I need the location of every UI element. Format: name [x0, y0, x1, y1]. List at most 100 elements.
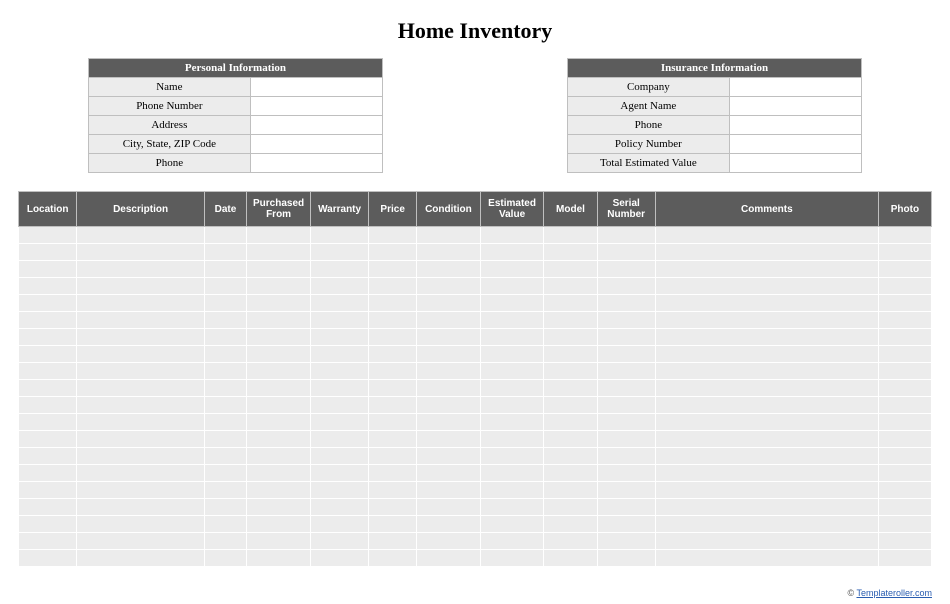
inventory-cell[interactable]	[310, 465, 368, 482]
inventory-cell[interactable]	[417, 312, 481, 329]
inventory-cell[interactable]	[369, 465, 417, 482]
inventory-cell[interactable]	[878, 346, 931, 363]
inventory-cell[interactable]	[417, 533, 481, 550]
inventory-cell[interactable]	[417, 482, 481, 499]
inventory-cell[interactable]	[310, 533, 368, 550]
inventory-cell[interactable]	[77, 329, 204, 346]
inventory-cell[interactable]	[597, 363, 655, 380]
inventory-cell[interactable]	[480, 363, 544, 380]
inventory-cell[interactable]	[369, 227, 417, 244]
inventory-cell[interactable]	[369, 244, 417, 261]
inventory-cell[interactable]	[417, 431, 481, 448]
inventory-cell[interactable]	[480, 380, 544, 397]
inventory-cell[interactable]	[204, 431, 246, 448]
inventory-cell[interactable]	[369, 431, 417, 448]
personal-value[interactable]	[250, 135, 382, 154]
inventory-cell[interactable]	[310, 516, 368, 533]
inventory-cell[interactable]	[19, 329, 77, 346]
inventory-cell[interactable]	[19, 431, 77, 448]
inventory-cell[interactable]	[369, 363, 417, 380]
inventory-cell[interactable]	[77, 380, 204, 397]
insurance-value[interactable]	[729, 78, 861, 97]
inventory-cell[interactable]	[310, 499, 368, 516]
inventory-cell[interactable]	[310, 278, 368, 295]
inventory-cell[interactable]	[480, 465, 544, 482]
inventory-cell[interactable]	[655, 533, 878, 550]
inventory-cell[interactable]	[19, 465, 77, 482]
inventory-cell[interactable]	[247, 278, 311, 295]
inventory-cell[interactable]	[204, 550, 246, 567]
inventory-cell[interactable]	[480, 431, 544, 448]
inventory-cell[interactable]	[655, 312, 878, 329]
inventory-cell[interactable]	[77, 346, 204, 363]
inventory-cell[interactable]	[369, 414, 417, 431]
inventory-cell[interactable]	[204, 227, 246, 244]
inventory-cell[interactable]	[878, 329, 931, 346]
inventory-cell[interactable]	[878, 516, 931, 533]
inventory-cell[interactable]	[204, 346, 246, 363]
inventory-cell[interactable]	[655, 380, 878, 397]
inventory-cell[interactable]	[369, 550, 417, 567]
inventory-cell[interactable]	[77, 227, 204, 244]
personal-value[interactable]	[250, 116, 382, 135]
inventory-cell[interactable]	[480, 414, 544, 431]
inventory-cell[interactable]	[310, 363, 368, 380]
inventory-cell[interactable]	[597, 329, 655, 346]
inventory-cell[interactable]	[247, 261, 311, 278]
inventory-cell[interactable]	[310, 346, 368, 363]
inventory-cell[interactable]	[310, 448, 368, 465]
inventory-cell[interactable]	[77, 533, 204, 550]
inventory-cell[interactable]	[597, 465, 655, 482]
inventory-cell[interactable]	[19, 397, 77, 414]
inventory-cell[interactable]	[544, 261, 597, 278]
inventory-cell[interactable]	[204, 397, 246, 414]
inventory-cell[interactable]	[369, 533, 417, 550]
inventory-cell[interactable]	[310, 312, 368, 329]
inventory-cell[interactable]	[544, 363, 597, 380]
personal-value[interactable]	[250, 154, 382, 173]
inventory-cell[interactable]	[247, 516, 311, 533]
inventory-cell[interactable]	[544, 380, 597, 397]
inventory-cell[interactable]	[655, 363, 878, 380]
inventory-cell[interactable]	[597, 516, 655, 533]
inventory-cell[interactable]	[369, 448, 417, 465]
inventory-cell[interactable]	[480, 516, 544, 533]
inventory-cell[interactable]	[417, 261, 481, 278]
inventory-cell[interactable]	[878, 227, 931, 244]
inventory-cell[interactable]	[878, 278, 931, 295]
inventory-cell[interactable]	[204, 244, 246, 261]
inventory-cell[interactable]	[597, 346, 655, 363]
inventory-cell[interactable]	[544, 278, 597, 295]
inventory-cell[interactable]	[544, 329, 597, 346]
inventory-cell[interactable]	[878, 380, 931, 397]
inventory-cell[interactable]	[310, 431, 368, 448]
inventory-cell[interactable]	[480, 346, 544, 363]
inventory-cell[interactable]	[655, 295, 878, 312]
inventory-cell[interactable]	[480, 261, 544, 278]
inventory-cell[interactable]	[77, 482, 204, 499]
inventory-cell[interactable]	[19, 312, 77, 329]
inventory-cell[interactable]	[597, 499, 655, 516]
inventory-cell[interactable]	[247, 363, 311, 380]
inventory-cell[interactable]	[310, 550, 368, 567]
inventory-cell[interactable]	[544, 244, 597, 261]
personal-value[interactable]	[250, 78, 382, 97]
inventory-cell[interactable]	[19, 261, 77, 278]
inventory-cell[interactable]	[204, 414, 246, 431]
inventory-cell[interactable]	[369, 329, 417, 346]
inventory-cell[interactable]	[369, 516, 417, 533]
inventory-cell[interactable]	[597, 278, 655, 295]
inventory-cell[interactable]	[77, 465, 204, 482]
inventory-cell[interactable]	[655, 397, 878, 414]
inventory-cell[interactable]	[655, 278, 878, 295]
insurance-value[interactable]	[729, 154, 861, 173]
inventory-cell[interactable]	[597, 261, 655, 278]
inventory-cell[interactable]	[878, 397, 931, 414]
inventory-cell[interactable]	[878, 550, 931, 567]
inventory-cell[interactable]	[544, 550, 597, 567]
inventory-cell[interactable]	[597, 380, 655, 397]
inventory-cell[interactable]	[77, 516, 204, 533]
personal-value[interactable]	[250, 97, 382, 116]
inventory-cell[interactable]	[417, 329, 481, 346]
inventory-cell[interactable]	[480, 278, 544, 295]
